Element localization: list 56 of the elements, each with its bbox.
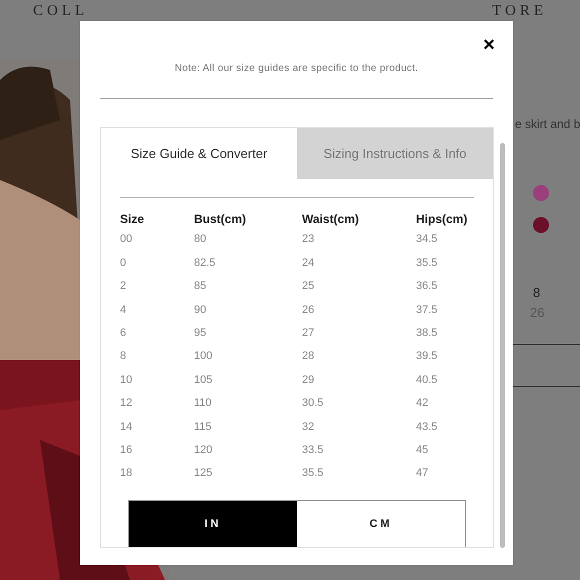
product-description: e skirt and b [514, 116, 580, 133]
table-cell-text: 28 [302, 349, 316, 364]
table-cell-text: 4 [120, 302, 128, 318]
table-cell-text: 00 [120, 232, 134, 248]
table-cell-text: 29 [302, 372, 316, 388]
table-cell-text: 40.5 [416, 372, 438, 388]
table-cell-text: 85 [194, 279, 208, 294]
unit-toggle[interactable]: IN [129, 501, 297, 547]
table-cell-text: 37.5 [416, 302, 438, 318]
table-cell-text: 42 [416, 396, 430, 412]
table-cell-text: 90 [194, 302, 208, 318]
table-cell-text: 125 [194, 466, 214, 482]
table-cell-text: 110 [194, 396, 213, 412]
table-cell-text: 39.5 [416, 349, 438, 364]
table-cell-text: 18 [120, 466, 134, 482]
table-cell-text: 2 [120, 279, 128, 294]
table-cell-text: 12 [120, 396, 134, 412]
table-cell-text: 100 [194, 349, 214, 364]
table-cell-text: 38.5 [416, 326, 438, 341]
table-cell-text: 32 [302, 420, 316, 435]
table-cell-text: 6 [120, 326, 128, 341]
table-cell-text: 0 [120, 256, 128, 271]
close-button[interactable]: × [480, 35, 498, 55]
table-cell-text: 27 [302, 326, 316, 341]
table-cell-text: 26 [302, 302, 316, 318]
table-cell-text: 8 [120, 349, 128, 364]
table-cell-text: 45 [416, 442, 430, 458]
table-cell-text: 10 [120, 372, 134, 388]
table-cell-text: 24 [302, 256, 316, 271]
table-cell-text: 36.5 [416, 279, 438, 294]
table-cell-text: 35.5 [416, 256, 438, 271]
table-cell-text: 82.5 [194, 256, 216, 271]
column-header: Hips(cm) [416, 210, 468, 228]
table-cell-text: 47 [416, 466, 430, 482]
table-cell-text: 80 [194, 232, 208, 248]
table-cell-text: 115 [194, 420, 213, 435]
table-cell-text: 33.5 [302, 442, 324, 458]
table-cell-text: 14 [120, 420, 134, 435]
size-guide-note: Note: All our size guides are specific to the product. [174, 62, 420, 76]
table-cell-text: 105 [194, 372, 214, 388]
table-cell-text: 35.5 [302, 466, 324, 482]
table-cell-text: 120 [194, 442, 214, 458]
table-cell-text: 34.5 [416, 232, 438, 248]
color-swatch[interactable] [533, 217, 549, 233]
table-cell-text: 30.5 [302, 396, 324, 412]
table-cell-text: 25 [302, 279, 316, 294]
column-header: Size [120, 210, 146, 228]
table-cell-text: 43.5 [416, 420, 438, 435]
column-header: Bust(cm) [194, 210, 248, 228]
column-header: Waist(cm) [302, 210, 360, 228]
size-label: 8 [532, 284, 542, 302]
table-cell-text: 95 [194, 326, 208, 341]
table-cell-text: 23 [302, 232, 316, 248]
color-swatch[interactable] [533, 185, 549, 201]
scrollbar[interactable] [500, 143, 505, 548]
table-cell-text: 16 [120, 442, 134, 458]
